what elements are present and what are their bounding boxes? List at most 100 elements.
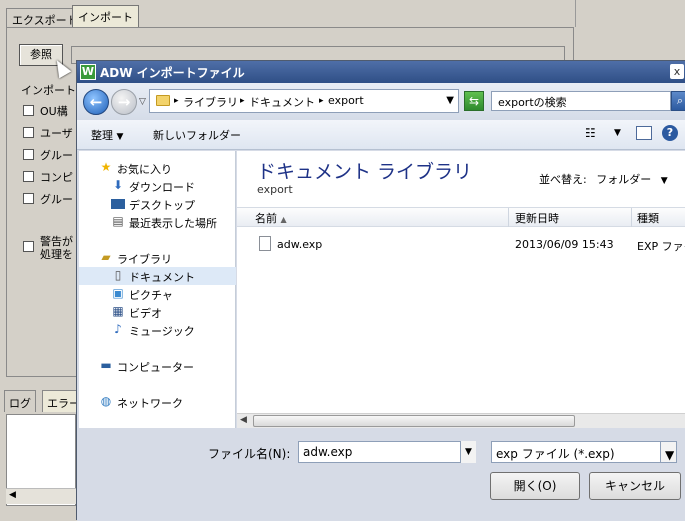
column-type[interactable]: 種類 <box>637 210 659 226</box>
back-button[interactable]: ← <box>83 89 109 115</box>
option-checkbox[interactable] <box>23 127 34 138</box>
nav-desktop[interactable]: デスクトップ <box>79 195 236 213</box>
search-placeholder: exportの検索 <box>498 96 567 109</box>
option-checkbox[interactable] <box>23 171 34 182</box>
close-icon: x <box>673 65 681 78</box>
arrow-left-icon: ← <box>89 93 103 111</box>
chevron-down-icon: ▼ <box>465 447 472 457</box>
warning-label: 処理を <box>40 248 73 261</box>
new-folder-button[interactable]: 新しいフォルダー <box>153 127 241 143</box>
option-label: グルー <box>40 149 73 162</box>
chevron-right-icon: ▸ <box>319 96 324 106</box>
forward-button[interactable]: → <box>111 89 137 115</box>
column-divider[interactable] <box>631 208 632 227</box>
preview-pane-icon[interactable] <box>636 126 652 140</box>
nav-music[interactable]: ♪ ミュージック <box>79 321 236 339</box>
arrow-right-icon: → <box>117 93 131 111</box>
search-icon: ⌕ <box>676 94 684 107</box>
chevron-down-icon: ▼ <box>116 132 124 142</box>
sort-by-label: 並べ替え: <box>539 173 587 186</box>
nav-videos[interactable]: ▦ ビデオ <box>79 303 236 321</box>
sort-by-value: フォルダー <box>596 173 652 186</box>
pictures-icon: ▣ <box>112 286 124 300</box>
network-icon: ◍ <box>100 394 112 408</box>
import-heading: インポート <box>21 84 76 97</box>
nav-downloads[interactable]: ⬇ ダウンロード <box>79 177 236 195</box>
tab-log[interactable]: ログ <box>4 390 36 412</box>
filename-input[interactable]: adw.exp <box>298 441 476 463</box>
search-input[interactable]: exportの検索 <box>491 91 671 111</box>
file-name: adw.exp <box>277 238 323 251</box>
scroll-left-icon[interactable]: ◀ <box>9 490 16 500</box>
nav-computer[interactable]: ▬ コンピューター <box>79 357 236 375</box>
filetype-dropdown[interactable]: ▼ <box>660 442 676 462</box>
recent-places-icon: ▤ <box>112 214 124 228</box>
chevron-down-icon: ▽ <box>139 97 146 107</box>
navigation-pane: ★ お気に入り ⬇ ダウンロード デスクトップ ▤ 最近表示した場所 ▰ ライブ… <box>79 151 236 428</box>
dialog-footer: ファイル名(N): adw.exp ▼ exp ファイル (*.exp) ▼ 開… <box>77 429 685 521</box>
sort-arrow-icon: ▲ <box>280 215 287 224</box>
computer-icon: ▬ <box>100 358 112 372</box>
file-type: EXP ファイ <box>637 240 685 253</box>
filename-value: adw.exp <box>303 445 353 459</box>
breadcrumb-libraries[interactable]: ライブラリ <box>183 94 238 110</box>
cancel-button[interactable]: キャンセル <box>589 472 681 500</box>
address-bar[interactable]: ▸ ライブラリ ▸ ドキュメント ▸ export ▼ <box>149 89 459 113</box>
chevron-down-icon: ▼ <box>660 176 668 186</box>
warning-checkbox[interactable] <box>23 241 34 252</box>
horizontal-scrollbar[interactable]: ◀ <box>237 413 685 428</box>
folder-icon <box>156 95 170 106</box>
app-icon: W <box>80 64 96 80</box>
filetype-value: exp ファイル (*.exp) <box>496 447 615 461</box>
log-scrollbar[interactable]: ◀ <box>6 488 76 504</box>
library-subtitle: export <box>257 183 293 196</box>
option-checkbox[interactable] <box>23 105 34 116</box>
file-row[interactable]: adw.exp 2013/06/09 15:43 EXP ファイ <box>237 235 685 255</box>
organize-menu[interactable]: 整理 ▼ <box>91 127 123 143</box>
dialog-title: ADW インポートファイル <box>100 66 245 80</box>
recent-pages-dropdown[interactable]: ▽ <box>139 97 146 107</box>
document-icon: ▯ <box>114 268 122 282</box>
filename-dropdown[interactable]: ▼ <box>460 441 476 463</box>
open-button[interactable]: 開く(O) <box>490 472 580 500</box>
video-icon: ▦ <box>112 304 124 318</box>
scroll-left-icon[interactable]: ◀ <box>240 415 247 425</box>
file-modified: 2013/06/09 15:43 <box>515 238 614 251</box>
address-dropdown[interactable]: ▼ <box>446 95 454 106</box>
option-label: コンピ <box>40 171 73 184</box>
nav-network[interactable]: ◍ ネットワーク <box>79 393 236 411</box>
filetype-select[interactable]: exp ファイル (*.exp) ▼ <box>491 441 677 463</box>
title-bar[interactable]: W ADW インポートファイル x <box>77 61 685 83</box>
refresh-button[interactable]: ⇆ <box>464 91 484 111</box>
chevron-down-icon[interactable]: ▼ <box>614 128 621 138</box>
nav-libraries[interactable]: ▰ ライブラリ <box>79 249 236 267</box>
option-label: OU構 <box>40 105 68 118</box>
breadcrumb-documents[interactable]: ドキュメント <box>249 94 315 110</box>
nav-pictures[interactable]: ▣ ピクチャ <box>79 285 236 303</box>
star-icon: ★ <box>100 160 112 174</box>
sort-by-control[interactable]: 並べ替え: フォルダー ▼ <box>539 171 668 187</box>
nav-documents[interactable]: ▯ ドキュメント <box>79 267 236 285</box>
option-label: ユーザ <box>40 127 73 140</box>
breadcrumb-export[interactable]: export <box>328 94 364 107</box>
scroll-thumb[interactable] <box>253 415 575 427</box>
option-label: グルー <box>40 193 73 206</box>
option-checkbox[interactable] <box>23 149 34 160</box>
download-folder-icon: ⬇ <box>112 178 124 192</box>
filename-label: ファイル名(N): <box>208 447 291 461</box>
help-icon[interactable]: ? <box>662 125 678 141</box>
view-options-icon[interactable]: ☷ <box>585 126 596 140</box>
navigation-bar: ← → ▽ ▸ ライブラリ ▸ ドキュメント ▸ export ▼ ⇆ expo… <box>77 83 685 120</box>
nav-favorites[interactable]: ★ お気に入り <box>79 159 236 177</box>
file-list-pane: ドキュメント ライブラリ export 並べ替え: フォルダー ▼ 名前 ▲ 更… <box>237 151 685 428</box>
option-checkbox[interactable] <box>23 193 34 204</box>
command-bar: 整理 ▼ 新しいフォルダー ☷ ▼ ? <box>77 120 685 150</box>
column-divider[interactable] <box>508 208 509 227</box>
search-button[interactable]: ⌕ <box>671 91 685 111</box>
column-name[interactable]: 名前 ▲ <box>255 210 287 226</box>
nav-recent-places[interactable]: ▤ 最近表示した場所 <box>79 213 236 231</box>
column-header: 名前 ▲ 更新日時 種類 <box>237 207 685 227</box>
tab-import[interactable]: インポート <box>72 5 139 29</box>
column-modified[interactable]: 更新日時 <box>515 210 559 226</box>
close-button[interactable]: x <box>670 64 684 79</box>
